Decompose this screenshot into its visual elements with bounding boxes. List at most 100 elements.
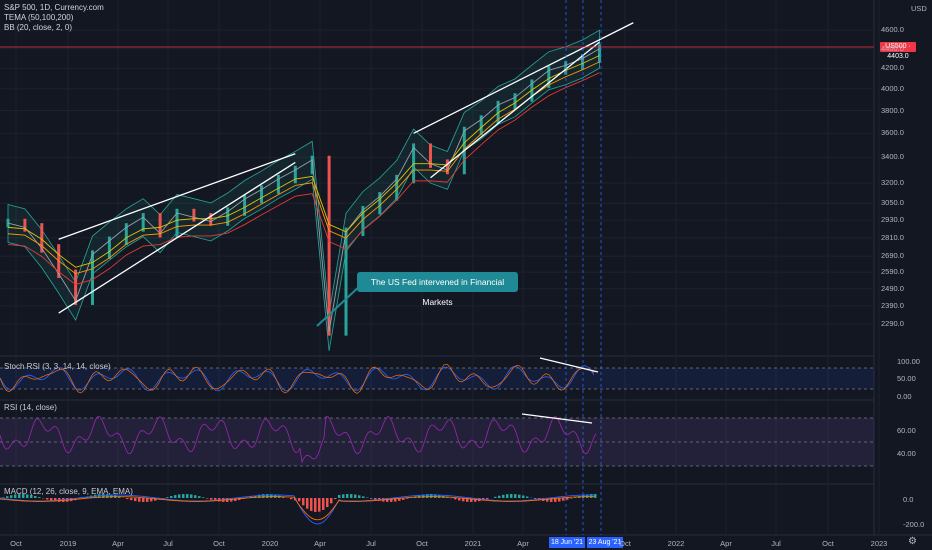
- macd-histogram-bar: [194, 495, 197, 498]
- x-tick-label-4: Oct: [213, 539, 225, 548]
- symbol-title[interactable]: S&P 500, 1D, Currency.com: [4, 3, 104, 13]
- stoch-tick-0: 100.00: [897, 357, 920, 366]
- stoch-tick-1: 50.00: [897, 374, 916, 383]
- macd-histogram-bar: [38, 497, 41, 498]
- macd-histogram-bar: [518, 494, 521, 498]
- rsi-title[interactable]: RSI (14, close): [4, 403, 57, 412]
- y-tick-label-6: 3400.0: [881, 152, 904, 162]
- x-tick-label-8: Oct: [416, 539, 428, 548]
- y-tick-label-2: 4200.0: [881, 63, 904, 73]
- price-tag-value: 4403.0: [887, 53, 909, 60]
- x-tick-label-16: 2023: [870, 539, 888, 548]
- macd-histogram-bar: [370, 498, 373, 499]
- macd-histogram-bar: [358, 495, 361, 498]
- macd-histogram-bar: [142, 498, 145, 502]
- macd-histogram-bar: [494, 496, 497, 498]
- macd-histogram-bar: [190, 494, 193, 498]
- macd-tick-1: -200.0: [903, 520, 925, 529]
- macd-histogram-bar: [534, 498, 537, 499]
- y-tick-label-9: 2930.0: [881, 215, 904, 225]
- y-tick-label-12: 2590.0: [881, 267, 904, 277]
- rsi-tick-0: 60.00: [897, 426, 916, 435]
- macd-histogram-bar: [486, 498, 489, 500]
- macd-histogram-bar: [330, 498, 333, 504]
- y-tick-label-5: 3600.0: [881, 128, 904, 138]
- fed-annotation[interactable]: The US Fed intervened in Financial Marke…: [357, 272, 518, 307]
- macd-signal-line: [0, 496, 594, 521]
- stoch-rsi-title[interactable]: Stoch RSI (3, 3, 14, 14, close): [4, 362, 111, 371]
- macd-histogram-bar: [562, 498, 565, 501]
- x-tick-label-0: Oct: [10, 539, 22, 548]
- macd-histogram-bar: [566, 498, 569, 500]
- macd-histogram-bar: [342, 494, 345, 498]
- x-tick-label-9: 2021: [464, 539, 482, 548]
- x-tick-label-11: Oct: [619, 539, 631, 548]
- x-tick-label-12: 2022: [667, 539, 685, 548]
- x-tick-label-6: Apr: [314, 539, 326, 548]
- macd-histogram-bar: [502, 494, 505, 498]
- macd-histogram-bar: [498, 495, 501, 498]
- stoch-tick-2: 0.00: [897, 392, 912, 401]
- macd-histogram-bar: [182, 494, 185, 498]
- legend: S&P 500, 1D, Currency.com TEMA (50,100,2…: [4, 3, 104, 33]
- macd-histogram-bar: [454, 498, 457, 500]
- macd-histogram-bar: [170, 496, 173, 498]
- currency-label[interactable]: USD: [911, 4, 927, 13]
- macd-histogram-bar: [198, 496, 201, 498]
- macd-histogram-bar: [174, 495, 177, 498]
- y-tick-label-1: 4400.0: [881, 43, 904, 53]
- macd-histogram-bar: [46, 498, 49, 500]
- macd-histogram-bar: [210, 498, 213, 500]
- macd-histogram-bar: [594, 494, 597, 498]
- macd-histogram-bar: [126, 498, 129, 500]
- x-tick-label-15: Oct: [822, 539, 834, 548]
- macd-histogram-bar: [510, 494, 513, 498]
- macd-histogram-bar: [134, 498, 137, 502]
- macd-histogram-bar: [138, 498, 141, 502]
- macd-histogram-bar: [326, 498, 329, 508]
- macd-histogram-bar: [322, 498, 325, 510]
- macd-histogram-bar: [514, 494, 517, 498]
- macd-title[interactable]: MACD (12, 26, close, 9, EMA, EMA): [4, 487, 133, 496]
- macd-histogram-bar: [314, 498, 317, 512]
- macd-histogram-bar: [166, 497, 169, 498]
- date-marker-1: 18 Jun '21: [549, 537, 585, 548]
- tema-legend[interactable]: TEMA (50,100,200): [4, 13, 104, 23]
- y-tick-label-11: 2690.0: [881, 251, 904, 261]
- bb-legend[interactable]: BB (20, close, 2, 0): [4, 23, 104, 33]
- x-tick-label-2: Apr: [112, 539, 124, 548]
- macd-histogram-bar: [202, 497, 205, 498]
- x-tick-label-5: 2020: [261, 539, 279, 548]
- rsi-tick-1: 40.00: [897, 449, 916, 458]
- x-tick-label-10: Apr: [517, 539, 529, 548]
- macd-histogram-bar: [6, 496, 9, 498]
- macd-histogram-bar: [350, 494, 353, 498]
- macd-histogram-bar: [506, 494, 509, 498]
- macd-histogram-bar: [362, 496, 365, 498]
- y-tick-label-7: 3200.0: [881, 177, 904, 187]
- macd-histogram-bar: [338, 494, 341, 498]
- x-tick-label-1: 2019: [59, 539, 77, 548]
- macd-tick-0: 0.0: [903, 495, 914, 504]
- chart-root: S&P 500, 1D, Currency.com TEMA (50,100,2…: [0, 0, 932, 550]
- macd-line: [0, 494, 595, 525]
- macd-histogram-bar: [318, 498, 321, 512]
- macd-histogram-bar: [310, 498, 313, 511]
- macd-histogram-bar: [290, 498, 293, 500]
- macd-histogram-bar: [262, 494, 265, 498]
- macd-histogram-bar: [302, 498, 305, 506]
- stoch-band: [0, 368, 874, 389]
- y-tick-label-8: 3050.0: [881, 198, 904, 208]
- macd-histogram-bar: [186, 494, 189, 498]
- settings-icon[interactable]: ⚙: [908, 536, 917, 547]
- macd-histogram-bar: [306, 498, 309, 509]
- macd-histogram-bar: [526, 496, 529, 498]
- macd-histogram-bar: [178, 494, 181, 498]
- macd-histogram-bar: [206, 498, 209, 499]
- macd-histogram-bar: [354, 494, 357, 498]
- macd-histogram-bar: [130, 498, 133, 501]
- x-tick-label-13: Apr: [720, 539, 732, 548]
- macd-histogram-bar: [298, 498, 301, 502]
- x-tick-label-7: Jul: [366, 539, 376, 548]
- y-tick-label-13: 2490.0: [881, 283, 904, 293]
